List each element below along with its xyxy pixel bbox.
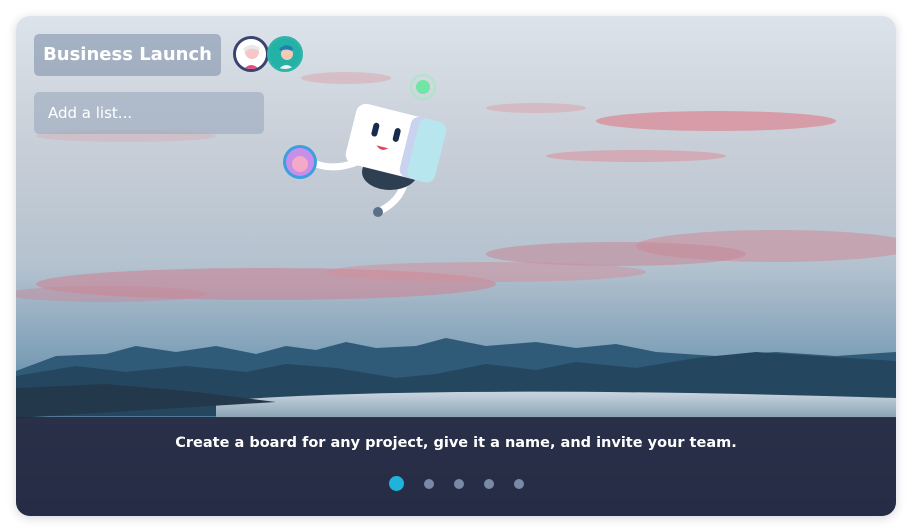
carousel-caption-bar: Create a board for any project, give it … (16, 417, 896, 516)
carousel-caption: Create a board for any project, give it … (175, 435, 737, 451)
add-list-input[interactable]: Add a list... (34, 92, 264, 134)
board-title-button[interactable]: Business Launch (34, 34, 221, 76)
carousel-dot-2[interactable] (423, 478, 434, 489)
carousel-dot-3[interactable] (453, 478, 464, 489)
robot-mascot-icon (283, 74, 447, 217)
held-avatar-icon (283, 145, 317, 179)
signal-ring-icon (410, 74, 436, 100)
member-avatar-icon[interactable] (233, 36, 269, 72)
carousel-pagination (16, 473, 896, 491)
carousel-dot-1[interactable] (388, 476, 404, 491)
onboarding-carousel-card: Business Launch Add a list... Create a b… (16, 16, 896, 516)
carousel-dot-4[interactable] (483, 478, 494, 489)
member-avatar-icon[interactable] (267, 36, 303, 72)
carousel-dot-5[interactable] (513, 478, 524, 489)
